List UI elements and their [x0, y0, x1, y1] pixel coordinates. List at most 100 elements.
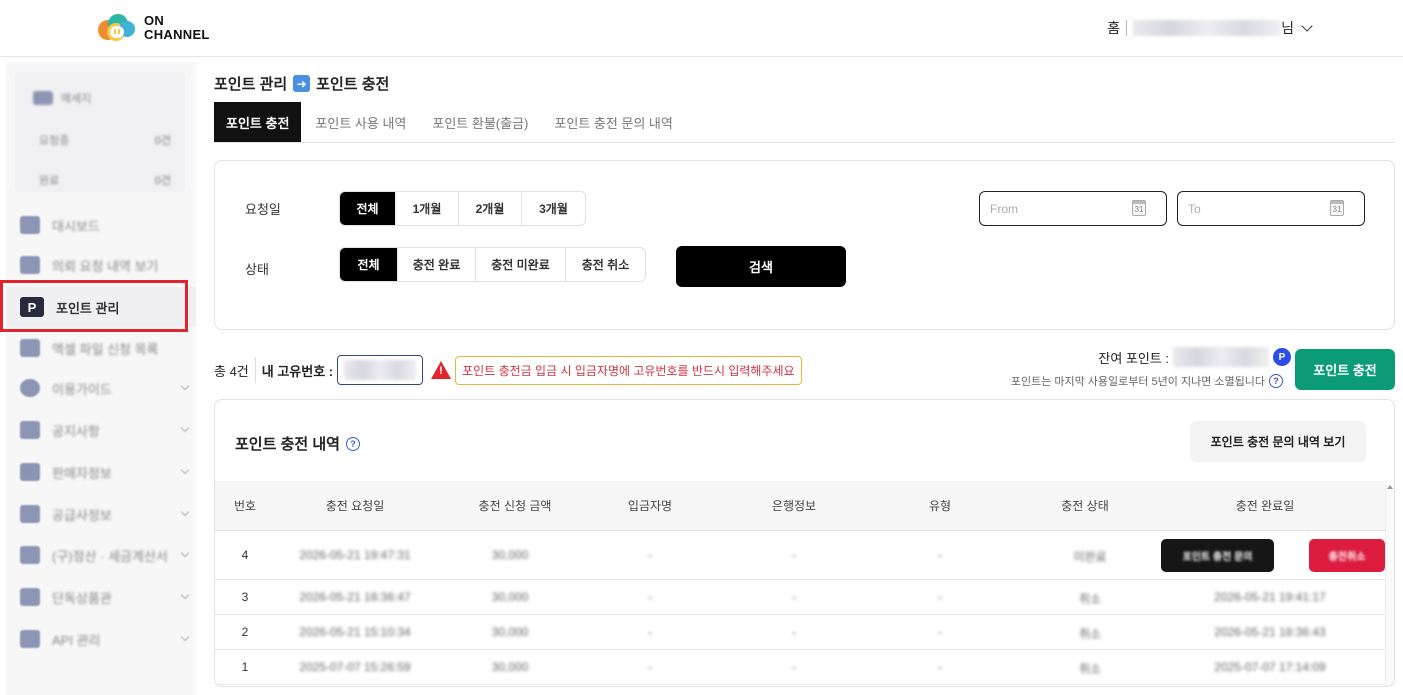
- megaphone-icon: [20, 421, 40, 439]
- cell-bank: -: [792, 548, 796, 562]
- tab-point-charge[interactable]: 포인트 충전: [214, 102, 302, 142]
- header-divider: [1126, 20, 1128, 36]
- filter-panel: 요청일 전체 1개월 2개월 3개월 From 31 To 31 상태 전체 충…: [214, 160, 1395, 330]
- charge-history-card: 포인트 충전 내역 ? 포인트 충전 문의 내역 보기 번호 충전 요청일 충전…: [214, 399, 1395, 687]
- remaining-points: 잔여 포인트 : P: [1098, 347, 1291, 367]
- cell-depositor: -: [648, 660, 652, 674]
- table-scrollbar[interactable]: [1385, 481, 1394, 686]
- box-icon: [20, 588, 40, 606]
- sidebar-item-notice[interactable]: 공지사항: [6, 410, 196, 450]
- sidebar-item-exclusive[interactable]: 단독상품관: [6, 577, 196, 617]
- message-card-title: 메세지: [33, 90, 91, 106]
- tab-charge-inquiry[interactable]: 포인트 충전 문의 내역: [542, 102, 684, 142]
- total-count: 총 4건: [214, 363, 249, 379]
- sidebar-item-excel-requests[interactable]: 엑셀 파일 신청 목록: [6, 328, 196, 368]
- tab-point-refund[interactable]: 포인트 환불(출금): [420, 102, 540, 142]
- table-row: 1 2025-07-07 15:26:59 30,000 - - - 취소 20…: [215, 650, 1385, 685]
- chevron-down-icon: [180, 423, 190, 433]
- cell-type: -: [938, 625, 942, 639]
- cell-depositor: -: [648, 590, 652, 604]
- message-card: 메세지 요청중 0건 완료 0건: [15, 72, 185, 192]
- date-option-1month[interactable]: 1개월: [396, 192, 459, 225]
- breadcrumb-parent: 포인트 관리: [214, 76, 288, 93]
- bulb-icon: [20, 379, 40, 397]
- status-option-all[interactable]: 전체: [340, 248, 398, 281]
- calendar-icon[interactable]: 31: [1330, 200, 1344, 216]
- unique-code-value: [337, 355, 424, 385]
- summary-row: 총 4건 내 고유번호 : ! 포인트 충전금 입금 시 입금자명에 고유번호를…: [214, 355, 802, 385]
- cell-no: 4: [241, 548, 249, 562]
- help-icon[interactable]: ?: [345, 436, 360, 451]
- unique-code-label: 내 고유번호 :: [261, 363, 334, 379]
- receipt-icon: [20, 546, 40, 564]
- cell-completed: 2025-07-07 17:14:09: [1214, 660, 1326, 674]
- table-header: 번호 충전 요청일 충전 신청 금액 입금자명 은행정보 유형 충전 상태 충전…: [215, 481, 1385, 531]
- cell-depositor: -: [648, 625, 652, 639]
- sidebar-item-api[interactable]: API 관리: [6, 619, 196, 659]
- sidebar-item-seller-info[interactable]: 판매자정보: [6, 452, 196, 492]
- sidebar-item-dashboard[interactable]: 대시보드: [6, 205, 196, 245]
- column-header: 충전 상태: [1061, 499, 1109, 513]
- help-icon[interactable]: ?: [1269, 374, 1283, 388]
- to-date-input[interactable]: To 31: [1177, 191, 1365, 226]
- sidebar-item-settlement[interactable]: (구)정산 · 세금계산서: [6, 535, 196, 575]
- status-option-incomplete[interactable]: 충전 미완료: [476, 248, 566, 281]
- message-icon: [33, 91, 53, 105]
- view-inquiry-history-button[interactable]: 포인트 충전 문의 내역 보기: [1190, 421, 1366, 462]
- chevron-down-icon: [180, 507, 190, 517]
- request-date-label: 요청일: [245, 202, 281, 217]
- status-label: 상태: [245, 262, 269, 277]
- sidebar: 메세지 요청중 0건 완료 0건 대시보드 의뢰 요청 내역 보기 P 포인트 …: [6, 62, 196, 695]
- file-icon: [20, 339, 40, 357]
- cell-depositor: -: [648, 548, 652, 562]
- cell-no: 1: [241, 660, 249, 674]
- point-charge-button[interactable]: 포인트 충전: [1295, 349, 1395, 390]
- logo-text-line2: CHANNEL: [144, 27, 210, 42]
- column-header: 은행정보: [771, 499, 817, 513]
- sidebar-item-supplier-info[interactable]: 공급사정보: [6, 494, 196, 534]
- date-option-2month[interactable]: 2개월: [459, 192, 522, 225]
- column-header: 번호: [233, 499, 257, 513]
- cell-bank: -: [792, 590, 796, 604]
- row-cancel-charge-button[interactable]: 충전취소: [1309, 539, 1385, 572]
- breadcrumb-current: 포인트 충전: [316, 76, 390, 93]
- status-option-cancelled[interactable]: 충전 취소: [566, 248, 645, 281]
- cell-status: 취소: [1078, 627, 1102, 641]
- network-icon: [20, 630, 40, 648]
- cell-type: -: [938, 548, 942, 562]
- tab-bar: 포인트 충전 포인트 사용 내역 포인트 환불(출금) 포인트 충전 문의 내역: [214, 102, 1395, 143]
- cell-status: 취소: [1078, 662, 1102, 676]
- message-row-value: 0건: [154, 135, 171, 147]
- message-row-value: 0건: [154, 175, 171, 187]
- onchannel-logo[interactable]: ON CHANNEL: [96, 12, 210, 44]
- home-link[interactable]: 홈: [1107, 18, 1120, 38]
- date-option-all[interactable]: 전체: [340, 192, 396, 225]
- column-header: 입금자명: [627, 499, 673, 513]
- from-date-input[interactable]: From 31: [979, 191, 1167, 226]
- sidebar-item-guide[interactable]: 이용가이드: [6, 368, 196, 408]
- status-option-complete[interactable]: 충전 완료: [398, 248, 476, 281]
- user-menu[interactable]: 홈 님: [1107, 18, 1313, 38]
- chevron-down-icon: [180, 632, 190, 642]
- column-header: 충전 완료일: [1235, 499, 1295, 513]
- user-icon: [20, 463, 40, 481]
- divider: [254, 357, 256, 383]
- cell-no: 2: [241, 625, 249, 639]
- tab-point-usage[interactable]: 포인트 사용 내역: [303, 102, 418, 142]
- cell-amount: 30,000: [491, 548, 529, 562]
- cell-type: -: [938, 660, 942, 674]
- chevron-down-icon: [180, 548, 190, 558]
- calendar-icon[interactable]: 31: [1132, 200, 1146, 216]
- chevron-down-icon[interactable]: [1301, 19, 1313, 32]
- sidebar-item-requests[interactable]: 의뢰 요청 내역 보기: [6, 245, 196, 285]
- scroll-up-icon[interactable]: [1387, 485, 1393, 489]
- cell-requested: 2025-07-07 15:26:59: [299, 660, 411, 674]
- search-button[interactable]: 검색: [676, 246, 846, 287]
- row-charge-inquiry-button[interactable]: 포인트 충전 문의: [1161, 539, 1274, 572]
- point-badge-icon: P: [1273, 348, 1291, 366]
- top-header: ON CHANNEL 홈 님: [0, 0, 1403, 57]
- date-option-3month[interactable]: 3개월: [522, 192, 585, 225]
- cell-status: 취소: [1078, 592, 1102, 606]
- table-row: 2 2026-05-21 15:10:34 30,000 - - - 취소 20…: [215, 615, 1385, 650]
- column-header: 충전 요청일: [325, 499, 385, 513]
